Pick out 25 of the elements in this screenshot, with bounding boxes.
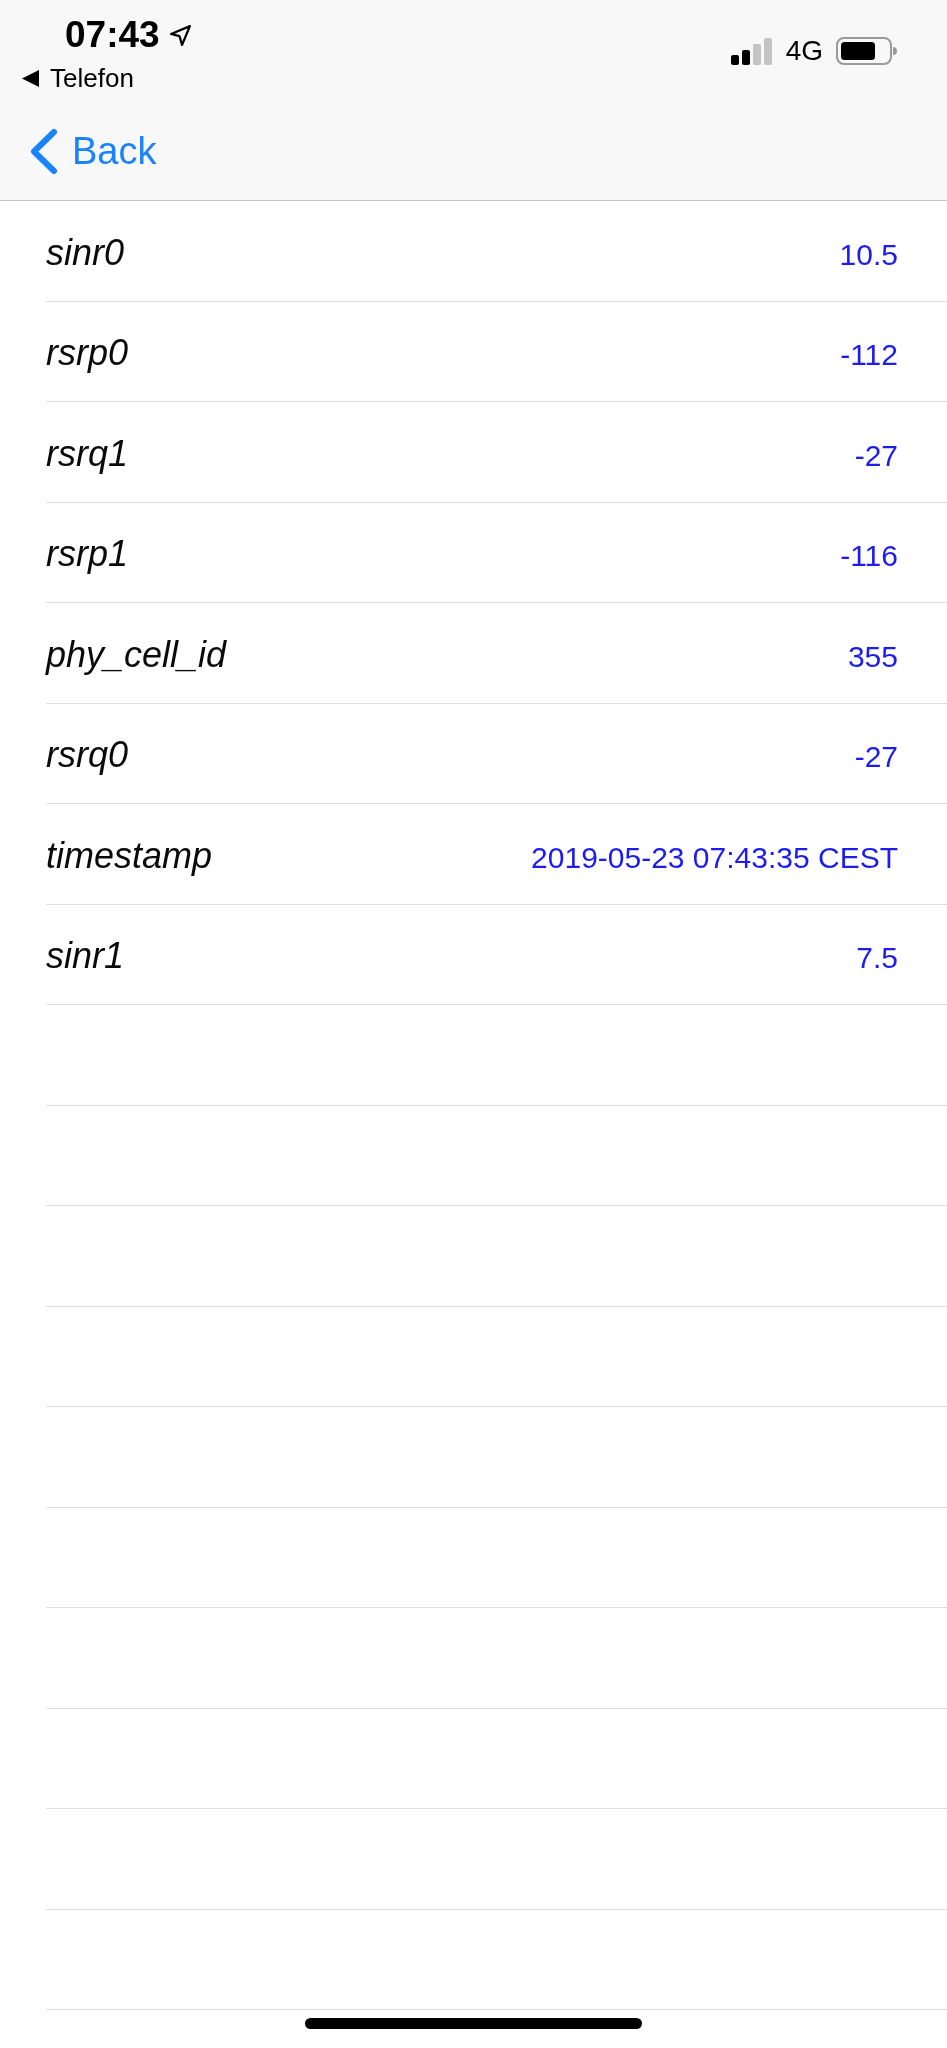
row-value: 10.5 — [839, 236, 898, 273]
row-label: phy_cell_id — [46, 633, 227, 676]
row-label: rsrq0 — [46, 734, 129, 777]
row-value: 2019-05-23 07:43:35 CEST — [531, 839, 898, 876]
row-value: -116 — [840, 538, 898, 575]
network-type: 4G — [785, 37, 823, 65]
row-value: 355 — [847, 638, 898, 675]
row-label: rsrp1 — [46, 533, 129, 576]
row-label: rsrq1 — [46, 432, 129, 475]
back-to-app-button[interactable]: Telefon — [22, 63, 193, 93]
chevron-left-icon — [29, 127, 58, 175]
row-value: -27 — [854, 739, 898, 776]
status-time: 07:43 — [65, 15, 160, 55]
back-button[interactable]: Back — [29, 127, 157, 175]
battery-icon — [836, 37, 897, 65]
row-value: -112 — [840, 337, 898, 374]
row-label: sinr0 — [46, 231, 125, 274]
row-label: sinr1 — [46, 935, 125, 978]
row-value: -27 — [854, 437, 898, 474]
row-value: 7.5 — [856, 940, 898, 977]
row-label: rsrp0 — [46, 332, 129, 375]
triangle-left-icon — [22, 69, 39, 87]
row-label: timestamp — [46, 834, 213, 877]
signal-icon — [730, 37, 773, 65]
location-arrow-icon — [167, 22, 193, 48]
